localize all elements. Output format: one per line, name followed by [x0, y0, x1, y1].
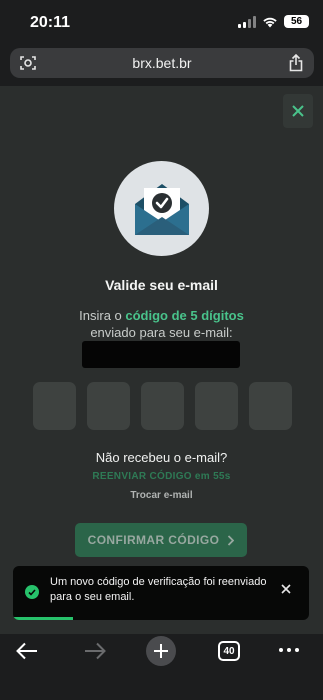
- battery-indicator: 56: [284, 15, 309, 28]
- more-dots-icon: [279, 648, 299, 652]
- page-settings-icon[interactable]: [20, 55, 36, 71]
- status-time: 20:11: [30, 14, 71, 31]
- change-email-link[interactable]: Trocar e-mail: [0, 490, 323, 501]
- arrow-left-icon: [16, 642, 37, 660]
- more-menu-button[interactable]: [279, 648, 299, 652]
- close-modal-button[interactable]: [283, 94, 313, 128]
- code-input-group: [33, 382, 292, 430]
- new-tab-button[interactable]: [146, 636, 176, 666]
- address-bar[interactable]: brx.bet.br: [10, 48, 314, 78]
- redacted-email: [82, 341, 240, 368]
- instruction-line-2: enviado para seu e-mail:: [90, 325, 233, 340]
- arrow-right-icon: [85, 642, 106, 660]
- tabs-count-icon: 40: [218, 641, 240, 661]
- envelope-check-icon: [134, 183, 189, 235]
- back-button[interactable]: [16, 642, 38, 660]
- url-text: brx.bet.br: [132, 55, 192, 71]
- modal-title: Valide seu e-mail: [105, 277, 218, 293]
- close-icon: [292, 105, 304, 117]
- status-icons: 56: [238, 15, 309, 28]
- tabs-button[interactable]: 40: [218, 641, 240, 661]
- confirm-code-button[interactable]: CONFIRMAR CÓDIGO: [75, 523, 247, 557]
- toast-progress-bar: [13, 617, 73, 620]
- code-digit-input-1[interactable]: [33, 382, 76, 430]
- verification-modal: Valide seu e-mail Insira o código de 5 d…: [0, 86, 323, 634]
- instruction-line-1: Insira o código de 5 dígitos: [0, 308, 323, 323]
- confirm-code-label: CONFIRMAR CÓDIGO: [87, 533, 220, 547]
- forward-button[interactable]: [84, 642, 106, 660]
- code-digit-input-2[interactable]: [87, 382, 130, 430]
- success-check-icon: [25, 585, 39, 599]
- email-illustration: [114, 161, 209, 256]
- not-received-text: Não recebeu o e-mail?: [95, 450, 228, 465]
- code-digit-input-5[interactable]: [249, 382, 292, 430]
- status-bar: 20:11 56: [0, 0, 323, 46]
- wifi-icon: [263, 17, 277, 27]
- resend-code-link[interactable]: REENVIAR CÓDIGO em 55s: [0, 471, 323, 482]
- plus-icon: [146, 636, 176, 666]
- instruction-prefix: Insira o: [79, 308, 126, 323]
- toast-message: Um novo código de verificação foi reenvi…: [50, 576, 267, 603]
- toast-notification: Um novo código de verificação foi reenvi…: [13, 566, 309, 620]
- toast-close-icon[interactable]: [281, 584, 291, 594]
- chevron-right-icon: [228, 534, 235, 546]
- share-icon[interactable]: [289, 54, 303, 72]
- signal-icon: [238, 15, 256, 28]
- code-digit-input-3[interactable]: [141, 382, 184, 430]
- browser-address-area: brx.bet.br: [0, 46, 323, 86]
- instruction-highlight: código de 5 dígitos: [125, 308, 244, 323]
- code-digit-input-4[interactable]: [195, 382, 238, 430]
- browser-toolbar: 40: [0, 634, 323, 700]
